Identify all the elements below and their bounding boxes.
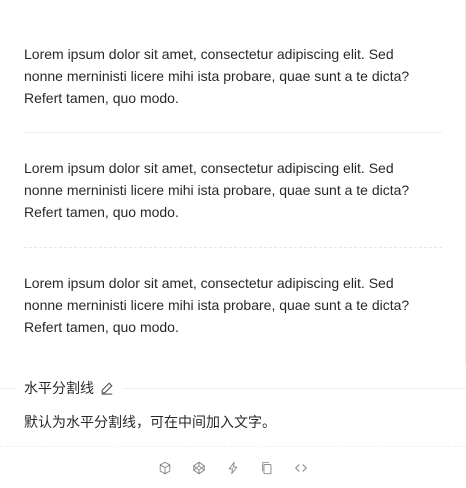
demo-description: 默认为水平分割线，可在中间加入文字。 (24, 414, 276, 430)
demo-title-text: 水平分割线 (24, 380, 94, 396)
solid-divider (24, 132, 442, 133)
paragraph-line: Lorem ipsum dolor sit amet, consectetur … (24, 275, 394, 291)
paragraph-line: Refert tamen, quo modo. (24, 319, 179, 335)
paragraph-line: Refert tamen, quo modo. (24, 204, 179, 220)
demo-title: 水平分割线 (16, 378, 122, 398)
paragraph: Lorem ipsum dolor sit amet, consectetur … (24, 157, 444, 223)
stackblitz-icon[interactable] (225, 460, 241, 476)
edit-icon[interactable] (100, 381, 114, 395)
paragraph-line: Refert tamen, quo modo. (24, 90, 179, 106)
actions-divider (0, 446, 466, 447)
paragraph-line: Lorem ipsum dolor sit amet, consectetur … (24, 46, 394, 62)
paragraph-line: nonne merninisti licere mihi ista probar… (24, 182, 410, 198)
copy-icon[interactable] (259, 460, 275, 476)
expand-code-icon[interactable] (293, 460, 309, 476)
codepen-icon[interactable] (191, 460, 207, 476)
demo-meta: 水平分割线 默认为水平分割线，可在中间加入文字。 (0, 365, 466, 488)
demo-preview: Lorem ipsum dolor sit amet, consectetur … (0, 0, 466, 365)
codesandbox-icon[interactable] (157, 460, 173, 476)
paragraph: Lorem ipsum dolor sit amet, consectetur … (24, 43, 444, 109)
paragraph-line: Lorem ipsum dolor sit amet, consectetur … (24, 160, 394, 176)
dashed-divider (24, 247, 442, 248)
paragraph: Lorem ipsum dolor sit amet, consectetur … (24, 272, 444, 338)
paragraph-line: nonne merninisti licere mihi ista probar… (24, 297, 410, 313)
code-actions (0, 456, 466, 480)
paragraph-line: nonne merninisti licere mihi ista probar… (24, 68, 410, 84)
